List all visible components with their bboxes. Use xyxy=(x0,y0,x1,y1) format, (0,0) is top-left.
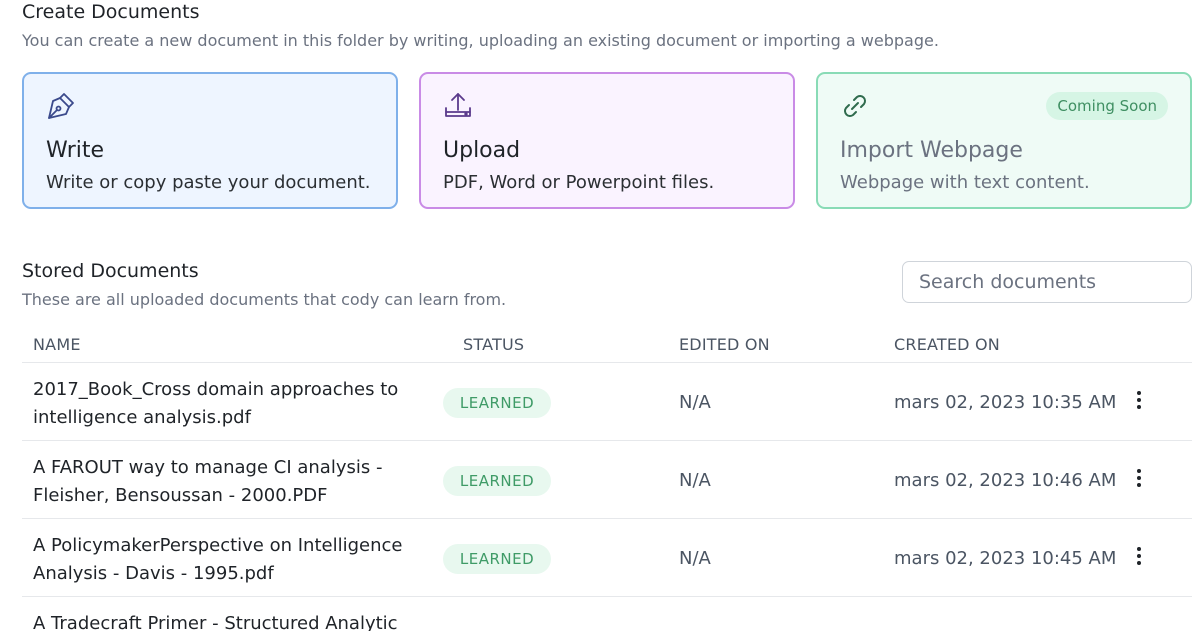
write-card-title: Write xyxy=(46,138,105,163)
created-on-value: mars 02, 2023 10:35 AM xyxy=(894,392,1117,413)
column-header-name: NAME xyxy=(33,335,81,354)
upload-card[interactable]: Upload PDF, Word or Powerpoint files. xyxy=(419,72,795,209)
table-row[interactable]: 2017_Book_Cross domain approaches to int… xyxy=(22,362,1192,441)
created-on-value: mars 02, 2023 10:45 AM xyxy=(894,548,1117,569)
more-options-icon[interactable] xyxy=(1127,388,1151,418)
create-documents-subtitle: You can create a new document in this fo… xyxy=(22,31,939,50)
column-header-edited-on: EDITED ON xyxy=(679,335,770,354)
status-badge: LEARNED xyxy=(443,544,551,574)
table-row[interactable]: A FAROUT way to manage CI analysis - Fle… xyxy=(22,440,1192,519)
table-row[interactable]: A Tradecraft Primer - Structured Analyti… xyxy=(22,596,1192,631)
document-name: A FAROUT way to manage CI analysis - Fle… xyxy=(33,457,383,506)
edited-on-value: N/A xyxy=(679,548,711,569)
table-row[interactable]: A PolicymakerPerspective on Intelligence… xyxy=(22,518,1192,597)
column-header-status: STATUS xyxy=(463,335,525,354)
document-name: A PolicymakerPerspective on Intelligence… xyxy=(33,535,403,584)
stored-documents-title: Stored Documents xyxy=(22,260,199,282)
pen-nib-icon xyxy=(48,93,74,119)
write-card-description: Write or copy paste your document. xyxy=(46,172,371,193)
create-documents-title: Create Documents xyxy=(22,1,200,23)
more-options-icon[interactable] xyxy=(1127,466,1151,496)
status-badge: LEARNED xyxy=(443,388,551,418)
status-badge: LEARNED xyxy=(443,466,551,496)
document-name: 2017_Book_Cross domain approaches to int… xyxy=(33,379,399,428)
column-header-created-on: CREATED ON xyxy=(894,335,1000,354)
coming-soon-badge: Coming Soon xyxy=(1046,92,1168,120)
upload-card-description: PDF, Word or Powerpoint files. xyxy=(443,172,715,193)
write-card[interactable]: Write Write or copy paste your document. xyxy=(22,72,398,209)
search-documents-input[interactable] xyxy=(902,261,1192,303)
link-icon xyxy=(844,95,866,117)
edited-on-value: N/A xyxy=(679,470,711,491)
more-options-icon[interactable] xyxy=(1127,544,1151,574)
import-webpage-card-title: Import Webpage xyxy=(840,138,1023,163)
upload-icon xyxy=(445,93,471,117)
import-webpage-card-description: Webpage with text content. xyxy=(840,172,1090,193)
edited-on-value: N/A xyxy=(679,392,711,413)
created-on-value: mars 02, 2023 10:46 AM xyxy=(894,470,1117,491)
import-webpage-card: Coming Soon Import Webpage Webpage with … xyxy=(816,72,1192,209)
document-name: A Tradecraft Primer - Structured Analyti… xyxy=(33,613,398,631)
stored-documents-subtitle: These are all uploaded documents that co… xyxy=(22,290,507,309)
table-header: NAME STATUS EDITED ON CREATED ON xyxy=(22,335,1192,363)
upload-card-title: Upload xyxy=(443,138,521,163)
